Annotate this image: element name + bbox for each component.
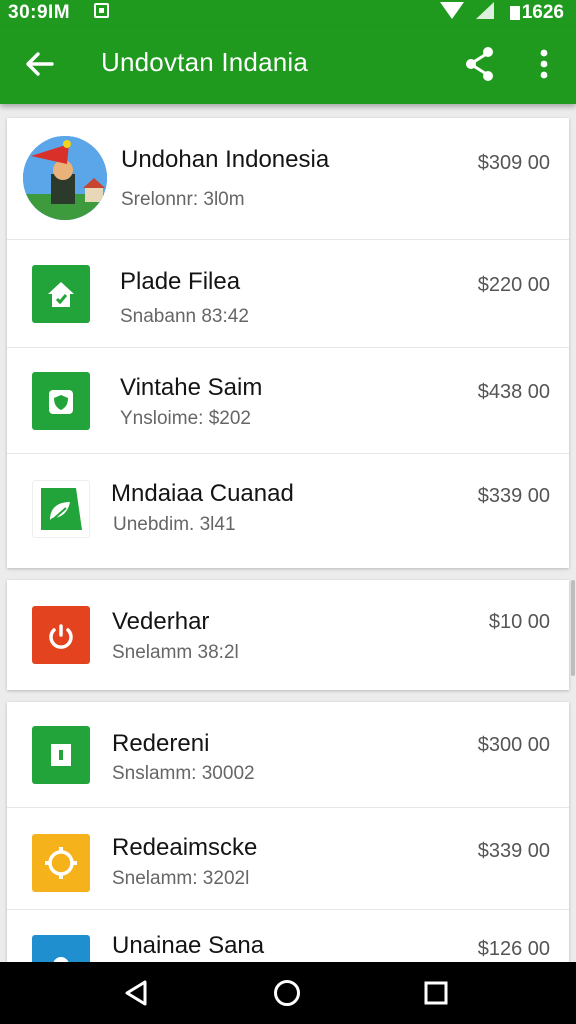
wifi-icon bbox=[440, 2, 464, 19]
item-price: $10 00 bbox=[488, 611, 550, 633]
item-title: Plade Filea bbox=[120, 268, 241, 295]
item-price: $309 00 bbox=[477, 152, 550, 174]
item-title: Mndaiaa Cuanad bbox=[111, 480, 294, 507]
app-icon bbox=[32, 834, 90, 892]
shield-icon bbox=[49, 390, 73, 414]
item-title: Redeaimscke bbox=[112, 834, 258, 861]
item-title: Unainae Sana bbox=[112, 932, 265, 959]
more-options-button[interactable] bbox=[522, 42, 566, 86]
list-item[interactable]: Redeaimscke Snelamm: 3202l $339 00 bbox=[7, 808, 569, 910]
item-title: Vederhar bbox=[112, 608, 210, 635]
status-time: 30:9IM bbox=[8, 2, 71, 23]
status-bar: 30:9IM 1626 bbox=[0, 0, 576, 26]
share-button[interactable] bbox=[458, 42, 502, 86]
app-bar: Undovtan Indania bbox=[0, 26, 576, 104]
app-icon bbox=[32, 606, 90, 664]
item-subtitle: Ynsloime: $202 bbox=[120, 408, 251, 429]
list-item[interactable]: Mndaiaa Cuanad Unebdim. 3l41 $339 00 bbox=[7, 454, 569, 568]
list-item[interactable]: Unainae Sana $126 00 bbox=[7, 910, 569, 962]
list-card: Vederhar Snelamm 38:2l $10 00 bbox=[7, 580, 569, 690]
item-price: $339 00 bbox=[477, 840, 550, 862]
item-subtitle: Snslamm: 30002 bbox=[112, 763, 255, 784]
arrow-left-icon bbox=[26, 52, 54, 76]
nav-back-button[interactable] bbox=[116, 973, 156, 1013]
scrollbar-thumb[interactable] bbox=[571, 580, 575, 676]
item-price: $300 00 bbox=[477, 734, 550, 756]
battery-icon bbox=[510, 6, 520, 20]
list-item[interactable]: Vederhar Snelamm 38:2l $10 00 bbox=[7, 580, 569, 690]
page-title: Undovtan Indania bbox=[101, 47, 309, 77]
circle-home-icon bbox=[274, 980, 300, 1006]
item-price: $126 00 bbox=[477, 938, 550, 960]
list-card: Undohan Indonesia Srelonnr: 3l0m $309 00… bbox=[7, 118, 569, 568]
item-price: $438 00 bbox=[477, 381, 550, 403]
back-button[interactable] bbox=[18, 42, 62, 86]
leaf-icon bbox=[41, 488, 82, 530]
triangle-back-icon bbox=[125, 980, 147, 1006]
item-subtitle: Snabann 83:42 bbox=[120, 306, 249, 327]
more-vert-icon bbox=[540, 49, 548, 79]
item-subtitle: Snelamm 38:2l bbox=[112, 642, 239, 663]
notification-icon bbox=[94, 3, 109, 18]
square-recents-icon bbox=[424, 981, 448, 1005]
avatar bbox=[23, 136, 107, 220]
status-clock: 1626 bbox=[521, 2, 564, 23]
app-icon bbox=[32, 726, 90, 784]
share-icon bbox=[466, 47, 493, 81]
avatar-image-icon bbox=[23, 136, 107, 220]
list-card: Redereni Snslamm: 30002 $300 00 Redeaims… bbox=[7, 702, 569, 962]
app-icon bbox=[32, 372, 90, 430]
item-subtitle: Srelonnr: 3l0m bbox=[121, 189, 245, 210]
item-subtitle: Unebdim. 3l41 bbox=[113, 514, 236, 535]
navigation-bar bbox=[0, 962, 576, 1024]
app-icon bbox=[32, 480, 90, 538]
item-price: $339 00 bbox=[477, 485, 550, 507]
power-icon bbox=[49, 624, 73, 649]
app-icon bbox=[32, 265, 90, 323]
item-title: Undohan Indonesia bbox=[121, 146, 330, 173]
list-item[interactable]: Redereni Snslamm: 30002 $300 00 bbox=[7, 702, 569, 808]
item-price: $220 00 bbox=[477, 274, 550, 296]
item-subtitle: Snelamm: 3202l bbox=[112, 868, 250, 889]
camera-icon bbox=[53, 957, 69, 962]
home-icon bbox=[48, 282, 74, 307]
list-item[interactable]: Undohan Indonesia Srelonnr: 3l0m $309 00 bbox=[7, 118, 569, 240]
list-item[interactable]: Vintahe Saim Ynsloime: $202 $438 00 bbox=[7, 348, 569, 454]
app-icon bbox=[32, 935, 90, 962]
gear-icon bbox=[45, 847, 77, 879]
item-title: Redereni bbox=[112, 730, 210, 757]
nav-recents-button[interactable] bbox=[416, 973, 456, 1013]
cell-signal-icon bbox=[476, 2, 494, 19]
list-item[interactable]: Plade Filea Snabann 83:42 $220 00 bbox=[7, 240, 569, 348]
nav-home-button[interactable] bbox=[267, 973, 307, 1013]
info-icon bbox=[51, 744, 71, 766]
item-title: Vintahe Saim bbox=[120, 374, 263, 401]
